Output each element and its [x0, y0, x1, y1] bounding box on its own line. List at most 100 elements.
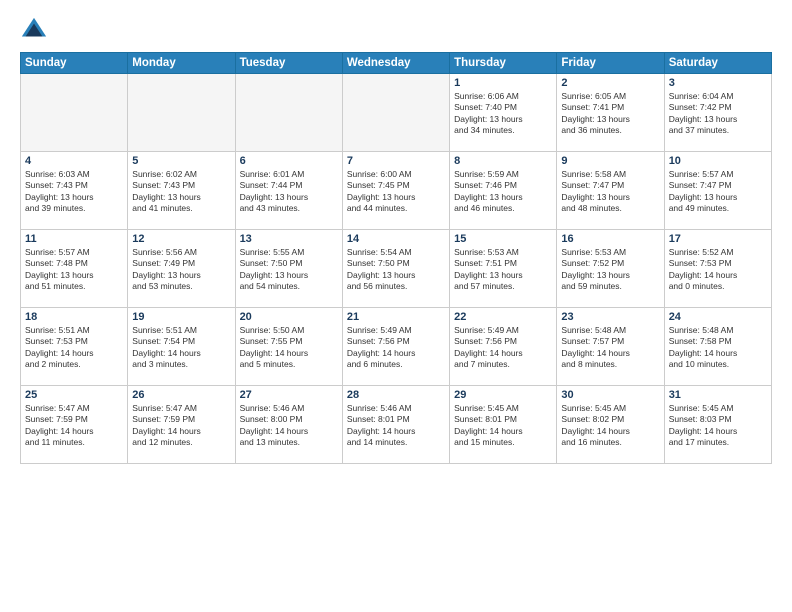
calendar-cell: 22 Sunrise: 5:49 AM Sunset: 7:56 PM Dayli… [450, 308, 557, 386]
day-number: 2 [561, 77, 659, 89]
day-info: Sunrise: 5:56 AM Sunset: 7:49 PM Dayligh… [132, 247, 230, 293]
day-number: 14 [347, 233, 445, 245]
calendar-week-row: 18Sunrise: 5:51 AM Sunset: 7:53 PM Dayli… [21, 308, 772, 386]
day-number: 8 [454, 155, 552, 167]
day-info: Sunrise: 5:57 AM Sunset: 7:48 PM Dayligh… [25, 247, 123, 293]
calendar-table: SundayMondayTuesdayWednesdayThursdayFrid… [20, 52, 772, 464]
calendar-cell: 7Sunrise: 6:00 AM Sunset: 7:45 PM Daylig… [342, 152, 449, 230]
calendar-header-sunday: Sunday [21, 53, 128, 74]
day-info: Sunrise: 5:48 AM Sunset: 7:58 PM Dayligh… [669, 325, 767, 371]
calendar-cell: 24 Sunrise: 5:48 AM Sunset: 7:58 PM Dayli… [664, 308, 771, 386]
day-info: Sunrise: 5:49 AM Sunset: 7:56 PM Dayligh… [454, 325, 552, 371]
day-info: Sunrise: 6:06 AM Sunset: 7:40 PM Dayligh… [454, 91, 552, 137]
day-info: Sunrise: 5:54 AM Sunset: 7:50 PM Dayligh… [347, 247, 445, 293]
day-number: 23 [561, 311, 659, 323]
day-info: Sunrise: 5:53 AM Sunset: 7:52 PM Dayligh… [561, 247, 659, 293]
day-info: Sunrise: 5:46 AM Sunset: 8:00 PM Dayligh… [240, 403, 338, 449]
day-number: 24 [669, 311, 767, 323]
day-number: 7 [347, 155, 445, 167]
calendar-cell: 1Sunrise: 6:06 AM Sunset: 7:40 PM Daylig… [450, 74, 557, 152]
calendar-cell: 17Sunrise: 5:52 AM Sunset: 7:53 PM Dayli… [664, 230, 771, 308]
calendar-header-row: SundayMondayTuesdayWednesdayThursdayFrid… [21, 53, 772, 74]
day-info: Sunrise: 5:45 AM Sunset: 8:02 PM Dayligh… [561, 403, 659, 449]
day-number: 10 [669, 155, 767, 167]
calendar-week-row: 1Sunrise: 6:06 AM Sunset: 7:40 PM Daylig… [21, 74, 772, 152]
calendar-cell: 6 Sunrise: 6:01 AM Sunset: 7:44 PM Daylig… [235, 152, 342, 230]
calendar-header-wednesday: Wednesday [342, 53, 449, 74]
day-number: 28 [347, 389, 445, 401]
calendar-cell: 18Sunrise: 5:51 AM Sunset: 7:53 PM Dayli… [21, 308, 128, 386]
calendar-cell: 21 Sunrise: 5:49 AM Sunset: 7:56 PM Dayli… [342, 308, 449, 386]
day-number: 21 [347, 311, 445, 323]
calendar-cell: 10 Sunrise: 5:57 AM Sunset: 7:47 PM Dayli… [664, 152, 771, 230]
day-info: Sunrise: 6:05 AM Sunset: 7:41 PM Dayligh… [561, 91, 659, 137]
calendar-cell [21, 74, 128, 152]
calendar-cell: 14 Sunrise: 5:54 AM Sunset: 7:50 PM Dayli… [342, 230, 449, 308]
calendar-cell: 8 Sunrise: 5:59 AM Sunset: 7:46 PM Daylig… [450, 152, 557, 230]
calendar-cell: 25Sunrise: 5:47 AM Sunset: 7:59 PM Dayli… [21, 386, 128, 464]
day-number: 30 [561, 389, 659, 401]
day-info: Sunrise: 5:55 AM Sunset: 7:50 PM Dayligh… [240, 247, 338, 293]
calendar-cell: 31 Sunrise: 5:45 AM Sunset: 8:03 PM Dayli… [664, 386, 771, 464]
day-number: 11 [25, 233, 123, 245]
day-info: Sunrise: 5:53 AM Sunset: 7:51 PM Dayligh… [454, 247, 552, 293]
day-number: 12 [132, 233, 230, 245]
day-info: Sunrise: 5:57 AM Sunset: 7:47 PM Dayligh… [669, 169, 767, 215]
calendar-cell: 4 Sunrise: 6:03 AM Sunset: 7:43 PM Daylig… [21, 152, 128, 230]
day-info: Sunrise: 5:47 AM Sunset: 7:59 PM Dayligh… [132, 403, 230, 449]
calendar-cell: 9Sunrise: 5:58 AM Sunset: 7:47 PM Daylig… [557, 152, 664, 230]
calendar-header-friday: Friday [557, 53, 664, 74]
calendar-week-row: 4 Sunrise: 6:03 AM Sunset: 7:43 PM Daylig… [21, 152, 772, 230]
day-number: 27 [240, 389, 338, 401]
day-number: 6 [240, 155, 338, 167]
calendar-cell: 30 Sunrise: 5:45 AM Sunset: 8:02 PM Dayli… [557, 386, 664, 464]
day-info: Sunrise: 6:04 AM Sunset: 7:42 PM Dayligh… [669, 91, 767, 137]
day-info: Sunrise: 5:50 AM Sunset: 7:55 PM Dayligh… [240, 325, 338, 371]
calendar-header-tuesday: Tuesday [235, 53, 342, 74]
calendar-cell: 13 Sunrise: 5:55 AM Sunset: 7:50 PM Dayli… [235, 230, 342, 308]
calendar-cell: 20 Sunrise: 5:50 AM Sunset: 7:55 PM Dayli… [235, 308, 342, 386]
calendar-header-thursday: Thursday [450, 53, 557, 74]
page: SundayMondayTuesdayWednesdayThursdayFrid… [0, 0, 792, 612]
calendar-cell: 12 Sunrise: 5:56 AM Sunset: 7:49 PM Dayli… [128, 230, 235, 308]
day-info: Sunrise: 5:59 AM Sunset: 7:46 PM Dayligh… [454, 169, 552, 215]
calendar-cell: 26 Sunrise: 5:47 AM Sunset: 7:59 PM Dayli… [128, 386, 235, 464]
day-number: 19 [132, 311, 230, 323]
day-number: 31 [669, 389, 767, 401]
calendar-week-row: 11 Sunrise: 5:57 AM Sunset: 7:48 PM Dayli… [21, 230, 772, 308]
day-number: 22 [454, 311, 552, 323]
calendar-header-saturday: Saturday [664, 53, 771, 74]
day-number: 29 [454, 389, 552, 401]
calendar-cell: 15Sunrise: 5:53 AM Sunset: 7:51 PM Dayli… [450, 230, 557, 308]
calendar-cell: 28 Sunrise: 5:46 AM Sunset: 8:01 PM Dayli… [342, 386, 449, 464]
calendar-header-monday: Monday [128, 53, 235, 74]
logo-icon [20, 16, 48, 44]
day-number: 4 [25, 155, 123, 167]
day-number: 3 [669, 77, 767, 89]
calendar-cell [235, 74, 342, 152]
calendar-cell: 19Sunrise: 5:51 AM Sunset: 7:54 PM Dayli… [128, 308, 235, 386]
day-info: Sunrise: 5:45 AM Sunset: 8:03 PM Dayligh… [669, 403, 767, 449]
calendar-cell [342, 74, 449, 152]
calendar-cell: 11 Sunrise: 5:57 AM Sunset: 7:48 PM Dayli… [21, 230, 128, 308]
day-number: 16 [561, 233, 659, 245]
calendar-cell: 29 Sunrise: 5:45 AM Sunset: 8:01 PM Dayli… [450, 386, 557, 464]
day-number: 25 [25, 389, 123, 401]
calendar-cell: 27 Sunrise: 5:46 AM Sunset: 8:00 PM Dayli… [235, 386, 342, 464]
day-info: Sunrise: 5:52 AM Sunset: 7:53 PM Dayligh… [669, 247, 767, 293]
logo [20, 16, 50, 44]
day-number: 20 [240, 311, 338, 323]
calendar-cell: 2 Sunrise: 6:05 AM Sunset: 7:41 PM Daylig… [557, 74, 664, 152]
day-info: Sunrise: 6:03 AM Sunset: 7:43 PM Dayligh… [25, 169, 123, 215]
day-number: 26 [132, 389, 230, 401]
day-info: Sunrise: 5:46 AM Sunset: 8:01 PM Dayligh… [347, 403, 445, 449]
calendar-cell: 23Sunrise: 5:48 AM Sunset: 7:57 PM Dayli… [557, 308, 664, 386]
day-info: Sunrise: 5:51 AM Sunset: 7:53 PM Dayligh… [25, 325, 123, 371]
day-info: Sunrise: 5:49 AM Sunset: 7:56 PM Dayligh… [347, 325, 445, 371]
day-info: Sunrise: 5:45 AM Sunset: 8:01 PM Dayligh… [454, 403, 552, 449]
day-info: Sunrise: 5:58 AM Sunset: 7:47 PM Dayligh… [561, 169, 659, 215]
header [20, 16, 772, 44]
day-number: 13 [240, 233, 338, 245]
day-info: Sunrise: 6:01 AM Sunset: 7:44 PM Dayligh… [240, 169, 338, 215]
calendar-cell: 16 Sunrise: 5:53 AM Sunset: 7:52 PM Dayli… [557, 230, 664, 308]
